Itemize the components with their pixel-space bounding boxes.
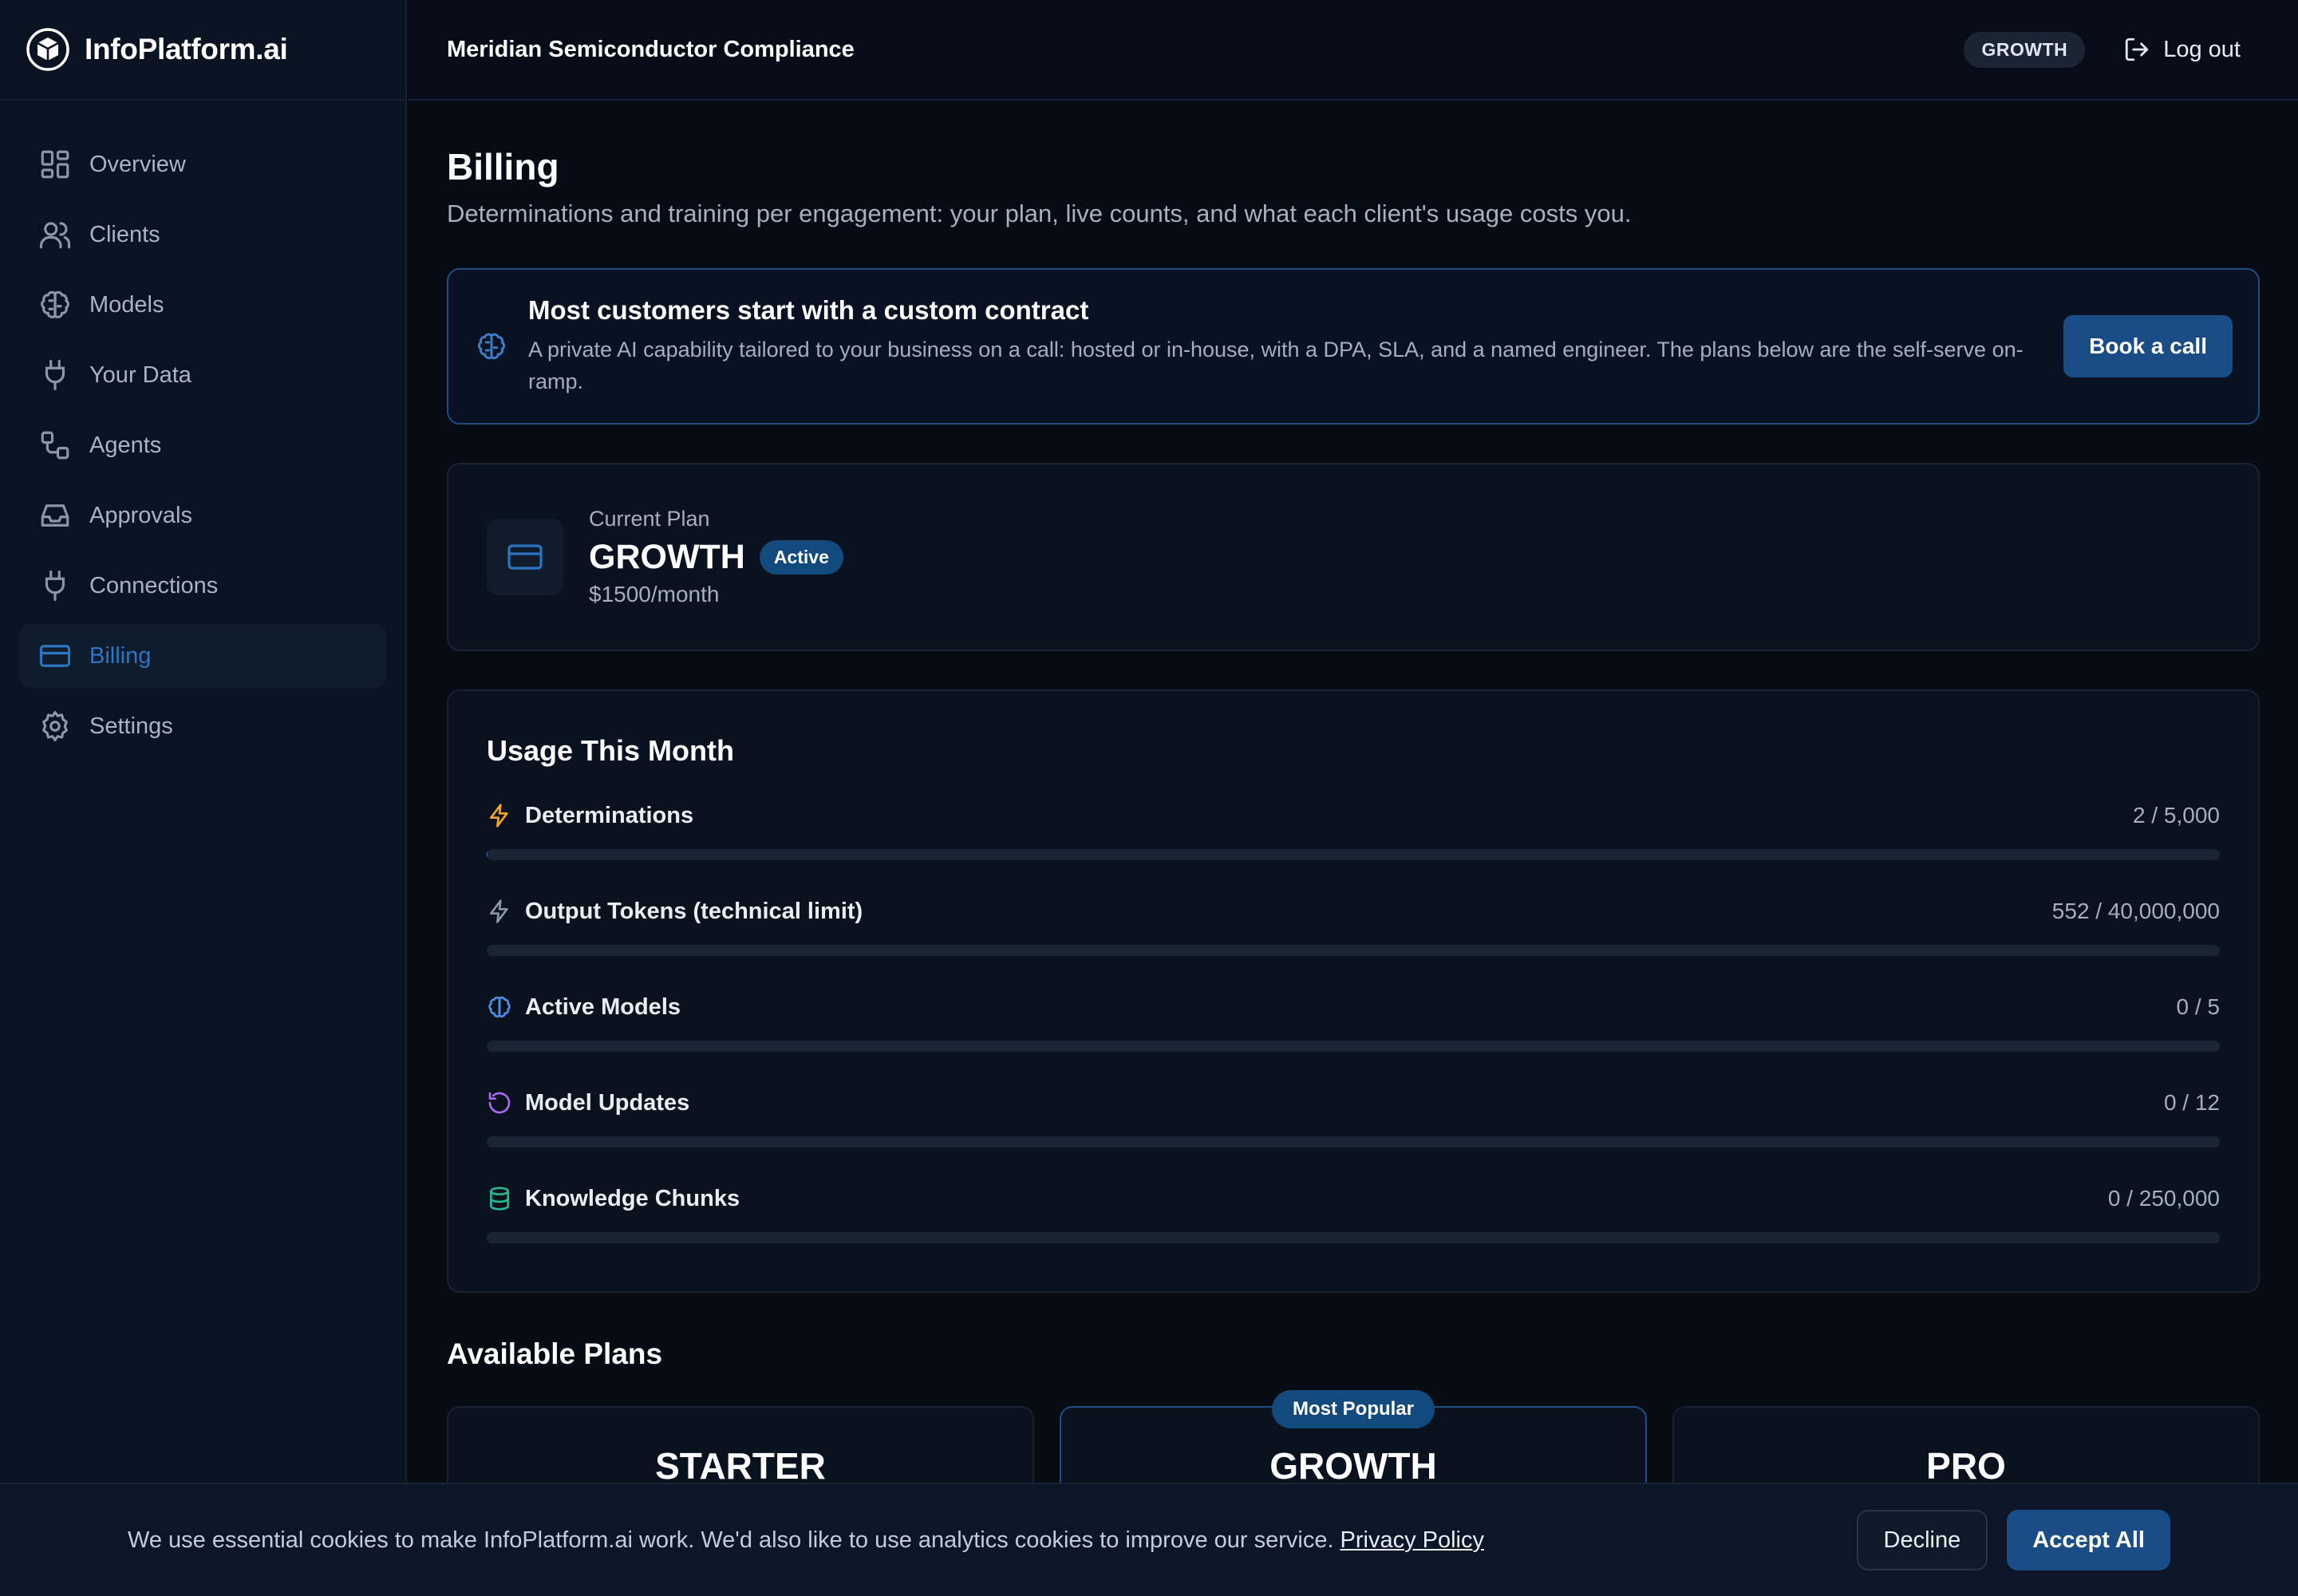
usage-label: Knowledge Chunks bbox=[525, 1185, 740, 1211]
usage-progress-bar bbox=[487, 849, 2220, 860]
sidebar-item-your-data[interactable]: Your Data bbox=[19, 343, 386, 407]
page-title: Billing bbox=[447, 146, 559, 188]
sidebar-item-billing[interactable]: Billing bbox=[19, 624, 386, 688]
brain-icon bbox=[476, 330, 507, 362]
sidebar-item-overview[interactable]: Overview bbox=[19, 132, 386, 196]
plan-info: Current Plan GROWTH Active $1500/month bbox=[589, 507, 843, 607]
sidebar-item-agents[interactable]: Agents bbox=[19, 413, 386, 477]
inbox-icon bbox=[38, 499, 72, 532]
usage-value: 0 / 250,000 bbox=[2107, 1186, 2220, 1211]
logout-icon bbox=[2123, 36, 2150, 63]
usage-card: Usage This Month Determinations 2 / 5,00… bbox=[447, 689, 2260, 1293]
cube-logo-icon bbox=[26, 27, 70, 72]
topbar: Meridian Semiconductor Compliance GROWTH… bbox=[409, 0, 2298, 101]
usage-progress-bar bbox=[487, 1136, 2220, 1148]
org-name: Meridian Semiconductor Compliance bbox=[447, 36, 855, 62]
sidebar-item-label: Settings bbox=[89, 713, 173, 739]
book-a-call-button[interactable]: Book a call bbox=[2063, 315, 2233, 377]
brain-icon bbox=[487, 994, 512, 1020]
usage-label: Output Tokens (technical limit) bbox=[525, 898, 863, 924]
plan-option-name: GROWTH bbox=[1269, 1445, 1437, 1487]
banner-body: A private AI capability tailored to your… bbox=[528, 338, 2024, 393]
usage-row-knowledge-chunks: Knowledge Chunks 0 / 250,000 bbox=[487, 1183, 2220, 1278]
sidebar-item-models[interactable]: Models bbox=[19, 273, 386, 337]
available-plans-title: Available Plans bbox=[447, 1337, 663, 1370]
plug-icon bbox=[38, 358, 72, 392]
page-subtitle: Determinations and training per engageme… bbox=[447, 200, 1632, 227]
usage-value: 552 / 40,000,000 bbox=[2051, 899, 2220, 923]
sidebar-item-clients[interactable]: Clients bbox=[19, 203, 386, 267]
plan-label: Current Plan bbox=[589, 507, 710, 531]
main-content: Billing Determinations and training per … bbox=[447, 101, 2260, 1566]
sidebar-item-label: Clients bbox=[89, 221, 160, 247]
brand-name: InfoPlatform.ai bbox=[85, 33, 288, 65]
custom-contract-banner: Most customers start with a custom contr… bbox=[447, 268, 2260, 425]
brain-icon bbox=[38, 288, 72, 322]
usage-row-model-updates: Model Updates 0 / 12 bbox=[487, 1087, 2220, 1183]
usage-value: 0 / 5 bbox=[2176, 994, 2220, 1019]
cookie-text: We use essential cookies to make InfoPla… bbox=[128, 1527, 1857, 1554]
credit-card-icon bbox=[506, 538, 544, 576]
usage-progress-bar bbox=[487, 1232, 2220, 1243]
sidebar-item-label: Billing bbox=[89, 642, 152, 669]
accept-all-button[interactable]: Accept All bbox=[2007, 1510, 2170, 1570]
plan-option-name: STARTER bbox=[655, 1445, 826, 1487]
usage-label: Active Models bbox=[525, 994, 681, 1020]
usage-row-determinations: Determinations 2 / 5,000 bbox=[487, 800, 2220, 895]
sidebar-item-label: Approvals bbox=[89, 502, 192, 528]
usage-value: 2 / 5,000 bbox=[2133, 803, 2220, 828]
usage-progress-fill bbox=[487, 849, 488, 860]
usage-label: Model Updates bbox=[525, 1089, 690, 1116]
sidebar-item-settings[interactable]: Settings bbox=[19, 694, 386, 758]
usage-progress-bar bbox=[487, 945, 2220, 956]
bolt-icon bbox=[487, 803, 512, 828]
logout-label: Log out bbox=[2163, 36, 2241, 62]
banner-text: Most customers start with a custom contr… bbox=[528, 295, 2031, 397]
decline-button[interactable]: Decline bbox=[1856, 1510, 1988, 1570]
usage-row-active-models: Active Models 0 / 5 bbox=[487, 991, 2220, 1087]
sidebar-item-label: Overview bbox=[89, 151, 186, 177]
sidebar-item-connections[interactable]: Connections bbox=[19, 554, 386, 618]
usage-row-output-tokens: Output Tokens (technical limit) 552 / 40… bbox=[487, 895, 2220, 991]
plan-name-row: GROWTH Active bbox=[589, 538, 843, 577]
plug-icon bbox=[38, 569, 72, 602]
cookie-message: We use essential cookies to make InfoPla… bbox=[128, 1527, 1334, 1553]
plan-price: $1500/month bbox=[589, 582, 720, 606]
usage-progress-bar bbox=[487, 1041, 2220, 1052]
sidebar-item-label: Models bbox=[89, 291, 164, 318]
sidebar-item-label: Agents bbox=[89, 432, 162, 458]
users-icon bbox=[38, 218, 72, 251]
workflow-icon bbox=[38, 429, 72, 462]
plan-option-name: PRO bbox=[1926, 1445, 2006, 1487]
most-popular-badge: Most Popular bbox=[1271, 1390, 1435, 1428]
refresh-icon bbox=[487, 1090, 512, 1116]
gear-icon bbox=[38, 709, 72, 743]
usage-label: Determinations bbox=[525, 802, 694, 828]
privacy-policy-link[interactable]: Privacy Policy bbox=[1340, 1527, 1485, 1553]
grid-icon bbox=[38, 148, 72, 181]
sidebar-item-label: Connections bbox=[89, 572, 219, 598]
plan-badge: GROWTH bbox=[1964, 31, 2086, 68]
plan-icon-box bbox=[487, 519, 563, 595]
status-badge: Active bbox=[759, 540, 843, 575]
usage-value: 0 / 12 bbox=[2163, 1090, 2220, 1115]
banner-title: Most customers start with a custom contr… bbox=[528, 295, 1089, 325]
plan-name: GROWTH bbox=[589, 538, 745, 576]
database-icon bbox=[487, 1186, 512, 1211]
cookie-banner: We use essential cookies to make InfoPla… bbox=[0, 1483, 2298, 1596]
usage-title: Usage This Month bbox=[487, 734, 735, 767]
bolt-icon bbox=[487, 899, 512, 924]
logout-button[interactable]: Log out bbox=[2123, 36, 2241, 63]
current-plan-card: Current Plan GROWTH Active $1500/month bbox=[447, 463, 2260, 651]
sidebar-item-label: Your Data bbox=[89, 361, 192, 388]
brand[interactable]: InfoPlatform.ai bbox=[0, 0, 405, 101]
sidebar-nav: Overview Clients Models Your Data Agents bbox=[0, 101, 405, 758]
sidebar-item-approvals[interactable]: Approvals bbox=[19, 484, 386, 547]
sidebar: InfoPlatform.ai Overview Clients Models … bbox=[0, 0, 407, 1596]
credit-card-icon bbox=[38, 639, 72, 673]
